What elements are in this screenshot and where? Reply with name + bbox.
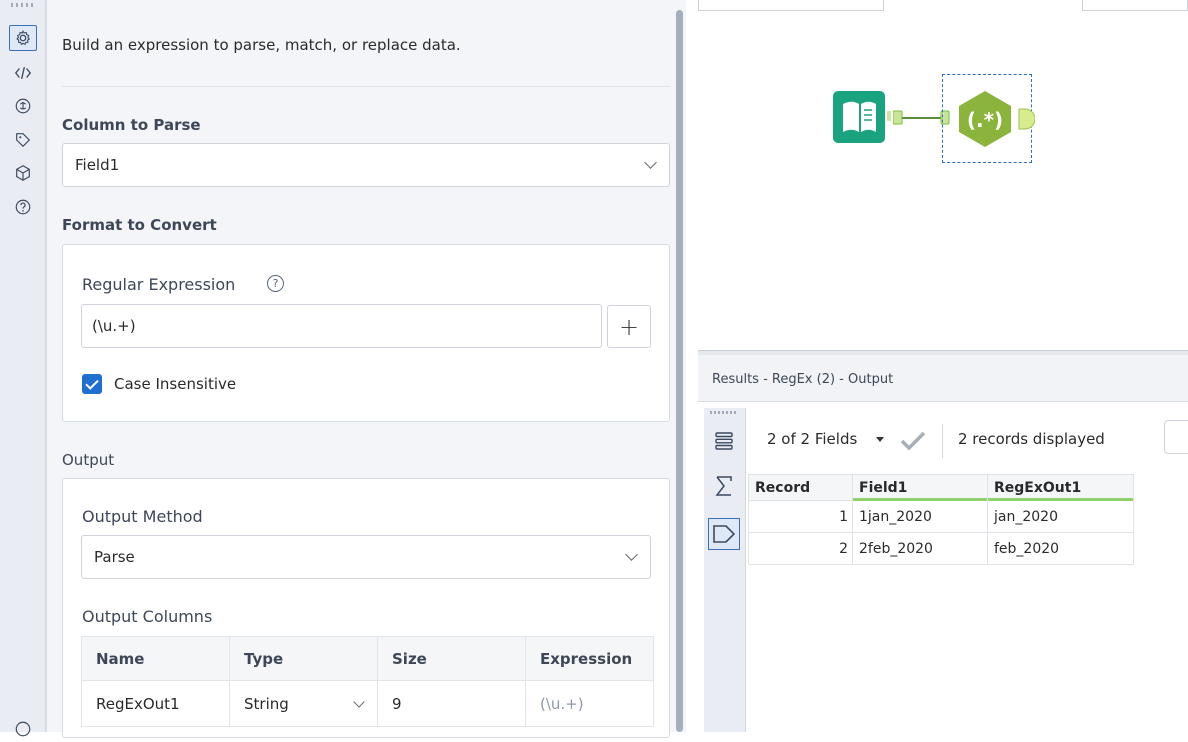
column-type-value: String [244, 694, 289, 713]
canvas-tab[interactable] [698, 0, 884, 11]
column-expression-cell: (\u.+) [525, 680, 654, 727]
plus-icon: + [618, 312, 640, 341]
results-table: Record Field1 RegExOut1 1 1jan_2020 jan_… [748, 474, 1134, 565]
fields-selector[interactable]: 2 of 2 Fields [767, 430, 857, 448]
workflow-canvas[interactable] [698, 0, 1188, 352]
column-name-cell[interactable]: RegExOut1 [81, 680, 230, 727]
regex-tool-icon[interactable]: (.*) [955, 91, 1035, 147]
insert-token-button[interactable]: + [607, 305, 651, 348]
regex-label: Regular Expression [82, 275, 236, 294]
column-to-parse-value: Field1 [75, 156, 120, 174]
regex-input[interactable]: (\u.+) [81, 304, 602, 348]
format-to-convert-label: Format to Convert [62, 216, 217, 234]
case-insensitive-label: Case Insensitive [114, 375, 237, 393]
column-type-select[interactable]: String [229, 680, 378, 727]
list-icon[interactable] [708, 425, 740, 457]
chevron-down-icon [353, 695, 365, 708]
code-icon[interactable] [9, 60, 37, 86]
results-rail-grip[interactable] [710, 411, 738, 414]
output-columns-label: Output Columns [82, 607, 213, 626]
column-to-parse-label: Column to Parse [62, 116, 201, 134]
table-row[interactable]: 1 1jan_2020 jan_2020 [748, 500, 1134, 533]
results-title: Results - RegEx (2) - Output [712, 372, 894, 387]
tool-rail [0, 0, 46, 737]
collapse-icon[interactable] [9, 716, 37, 742]
regex-input-value: (\u.+) [92, 317, 136, 335]
toolbar-separator [942, 424, 943, 458]
table-row: RegExOut1 String 9 (\u.+) [81, 680, 654, 727]
output-columns-table: Name Type Size Expression RegExOut1 Stri… [81, 636, 654, 727]
anchor-icon[interactable] [9, 93, 37, 119]
results-header-field1[interactable]: Field1 [852, 474, 988, 502]
tool-description: Build an expression to parse, match, or … [62, 36, 461, 54]
svg-text:(.*): (.*) [967, 108, 1003, 132]
records-count: 2 records displayed [958, 430, 1105, 448]
tag-icon[interactable] [9, 127, 37, 153]
tag-shape-icon[interactable] [708, 518, 740, 550]
chevron-down-icon [644, 156, 657, 169]
regexout1-cell: jan_2020 [987, 500, 1134, 533]
column-to-parse-select[interactable]: Field1 [62, 143, 670, 187]
caret-down-icon[interactable] [876, 437, 884, 442]
column-header-type: Type [229, 636, 378, 681]
help-icon[interactable]: ? [267, 275, 284, 292]
column-size-cell[interactable]: 9 [377, 680, 526, 727]
output-method-label: Output Method [82, 507, 203, 526]
field1-cell: 1jan_2020 [852, 500, 988, 533]
rail-grip[interactable] [11, 3, 35, 7]
record-cell: 2 [748, 532, 853, 565]
output-method-value: Parse [94, 548, 135, 566]
column-header-expression: Expression [525, 636, 654, 681]
checkmark-icon[interactable] [899, 429, 927, 451]
canvas-tab[interactable] [1082, 0, 1188, 11]
column-header-size: Size [377, 636, 526, 681]
search-button[interactable] [1164, 420, 1188, 454]
panel-scrollbar[interactable] [676, 10, 683, 732]
gear-icon[interactable] [9, 25, 37, 51]
field1-cell: 2feb_2020 [852, 532, 988, 565]
cube-icon[interactable] [9, 160, 37, 186]
case-insensitive-checkbox[interactable] [82, 374, 102, 394]
results-header-regexout1[interactable]: RegExOut1 [987, 474, 1134, 502]
chevron-down-icon [625, 548, 638, 561]
results-header-record[interactable]: Record [748, 474, 853, 501]
column-header-name: Name [81, 636, 230, 681]
output-method-select[interactable]: Parse [81, 535, 651, 579]
regexout1-cell: feb_2020 [987, 532, 1134, 565]
divider [62, 86, 670, 87]
input-data-icon[interactable] [833, 90, 891, 146]
output-label: Output [62, 451, 115, 469]
record-cell: 1 [748, 500, 853, 533]
help-circle-icon[interactable] [9, 194, 37, 220]
sigma-icon[interactable] [708, 470, 740, 502]
table-row[interactable]: 2 2feb_2020 feb_2020 [748, 532, 1134, 565]
